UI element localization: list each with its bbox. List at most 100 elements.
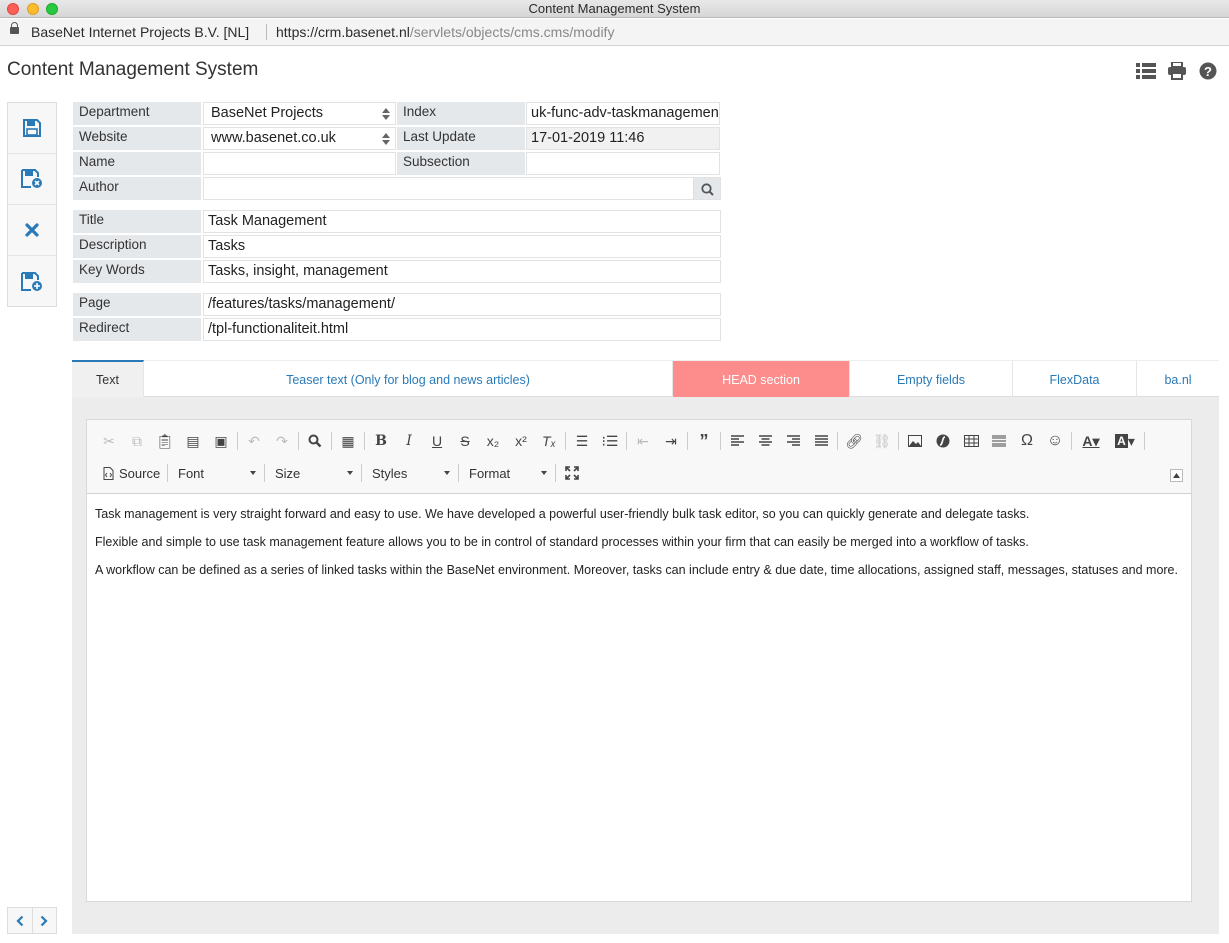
subscript-icon[interactable]: x₂ — [479, 429, 507, 453]
table-icon[interactable] — [957, 429, 985, 453]
next-button[interactable] — [33, 908, 57, 933]
toolbar-separator — [720, 432, 721, 450]
toolbar-separator — [298, 432, 299, 450]
align-center-icon[interactable] — [751, 429, 779, 453]
maximize-icon[interactable] — [558, 461, 586, 485]
horizontal-rule-icon[interactable] — [985, 429, 1013, 453]
address-bar[interactable]: BaseNet Internet Projects B.V. [NL] http… — [0, 19, 1229, 46]
name-field[interactable] — [203, 152, 396, 175]
image-icon[interactable] — [901, 429, 929, 453]
toolbar-separator — [837, 432, 838, 450]
lock-icon — [10, 22, 19, 34]
save-icon — [23, 119, 41, 137]
paste-text-icon[interactable]: ▤ — [179, 429, 207, 453]
superscript-icon[interactable]: x² — [507, 429, 535, 453]
strikethrough-icon[interactable]: S — [451, 429, 479, 453]
save-new-button[interactable] — [8, 256, 56, 307]
svg-text:?: ? — [1204, 64, 1212, 79]
format-select[interactable]: Format — [461, 461, 553, 485]
justify-icon[interactable] — [807, 429, 835, 453]
smiley-icon[interactable]: ☺ — [1041, 429, 1069, 453]
author-field[interactable] — [203, 177, 721, 200]
url[interactable]: https://crm.basenet.nl/servlets/objects/… — [276, 24, 614, 40]
record-pager — [7, 907, 57, 934]
author-search-button[interactable] — [693, 178, 720, 199]
underline-icon[interactable]: U — [423, 429, 451, 453]
side-toolbar — [7, 102, 57, 307]
flash-icon[interactable] — [929, 429, 957, 453]
page-field[interactable]: /features/tasks/management/ — [203, 293, 721, 316]
indent-icon[interactable]: ⇥ — [657, 429, 685, 453]
chevron-left-icon — [16, 915, 24, 926]
toolbar-separator — [331, 432, 332, 450]
collapse-toolbar-button[interactable] — [1170, 469, 1183, 482]
size-select[interactable]: Size — [267, 461, 359, 485]
description-label: Description — [73, 235, 201, 258]
index-label: Index — [397, 102, 525, 125]
print-icon[interactable] — [1167, 62, 1187, 80]
keywords-field[interactable]: Tasks, insight, management — [203, 260, 721, 283]
rich-text-editor: ✂ ⧉ 📋︎ ▤ ▣ ↶ ↷ ▦ B I U S x₂ x² Tₓ ☰ ⁝☰ ⇤… — [86, 419, 1192, 902]
size-label: Size — [275, 465, 301, 481]
save-close-button[interactable] — [8, 154, 56, 205]
triangle-up-icon — [1173, 473, 1180, 478]
cut-icon[interactable]: ✂ — [95, 429, 123, 453]
tab-head-section[interactable]: HEAD section — [673, 361, 850, 398]
previous-button[interactable] — [8, 908, 33, 933]
tab-ba-nl[interactable]: ba.nl — [1137, 361, 1219, 398]
address-separator — [266, 24, 267, 40]
unlink-icon[interactable]: ⛓︎ — [868, 429, 896, 453]
format-label: Format — [469, 465, 511, 481]
chevron-down-icon — [444, 471, 450, 475]
numbered-list-icon[interactable]: ☰ — [568, 429, 596, 453]
bulleted-list-icon[interactable]: ⁝☰ — [596, 429, 624, 453]
title-field[interactable]: Task Management — [203, 210, 721, 233]
tab-text[interactable]: Text — [72, 360, 144, 398]
toolbar-separator — [898, 432, 899, 450]
website-select[interactable]: www.basenet.co.uk — [203, 127, 396, 150]
font-select[interactable]: Font — [170, 461, 262, 485]
redo-icon[interactable]: ↷ — [268, 429, 296, 453]
special-char-icon[interactable]: Ω — [1013, 429, 1041, 453]
copy-icon[interactable]: ⧉ — [123, 429, 151, 453]
link-icon[interactable]: 🔗︎ — [840, 429, 868, 453]
align-left-icon[interactable] — [723, 429, 751, 453]
outdent-icon[interactable]: ⇤ — [629, 429, 657, 453]
select-all-icon[interactable]: ▦ — [334, 429, 362, 453]
tab-teaser-text[interactable]: Teaser text (Only for blog and news arti… — [144, 361, 673, 398]
search-icon — [700, 183, 714, 196]
text-color-icon[interactable]: A▾ — [1074, 429, 1108, 453]
department-select[interactable]: BaseNet Projects — [203, 102, 396, 125]
cancel-button[interactable] — [8, 205, 56, 256]
help-icon[interactable]: ? — [1198, 62, 1218, 80]
source-button[interactable]: Source — [95, 461, 165, 485]
undo-icon[interactable]: ↶ — [240, 429, 268, 453]
editor-panel: ✂ ⧉ 📋︎ ▤ ▣ ↶ ↷ ▦ B I U S x₂ x² Tₓ ☰ ⁝☰ ⇤… — [72, 397, 1219, 934]
site-owner: BaseNet Internet Projects B.V. [NL] — [31, 24, 250, 40]
bold-icon[interactable]: B — [367, 429, 395, 453]
description-field[interactable]: Tasks — [203, 235, 721, 258]
subsection-field[interactable] — [526, 152, 720, 175]
page-title: Content Management System — [7, 59, 259, 80]
last-update-value: 17-01-2019 11:46 — [526, 127, 720, 150]
italic-icon[interactable]: I — [395, 429, 423, 453]
find-icon[interactable] — [301, 429, 329, 453]
tab-empty-fields[interactable]: Empty fields — [850, 361, 1013, 398]
align-right-icon[interactable] — [779, 429, 807, 453]
redirect-field[interactable]: /tpl-functionaliteit.html — [203, 318, 721, 341]
editor-content[interactable]: Task management is very straight forward… — [95, 506, 1185, 590]
blockquote-icon[interactable]: ” — [690, 429, 718, 453]
background-color-icon[interactable]: A ▾ — [1108, 429, 1142, 453]
paragraph: Flexible and simple to use task manageme… — [95, 535, 1029, 549]
paste-word-icon[interactable]: ▣ — [207, 429, 235, 453]
index-field[interactable]: uk-func-adv-taskmanagement — [526, 102, 720, 125]
paste-icon[interactable]: 📋︎ — [151, 429, 179, 453]
select-arrows-icon — [382, 108, 390, 120]
tab-flexdata[interactable]: FlexData — [1013, 361, 1137, 398]
styles-select[interactable]: Styles — [364, 461, 456, 485]
list-view-icon[interactable] — [1136, 62, 1156, 80]
window-titlebar: Content Management System — [0, 0, 1229, 18]
save-button[interactable] — [8, 103, 56, 154]
remove-format-icon[interactable]: Tₓ — [535, 429, 563, 453]
website-label: Website — [73, 127, 201, 150]
